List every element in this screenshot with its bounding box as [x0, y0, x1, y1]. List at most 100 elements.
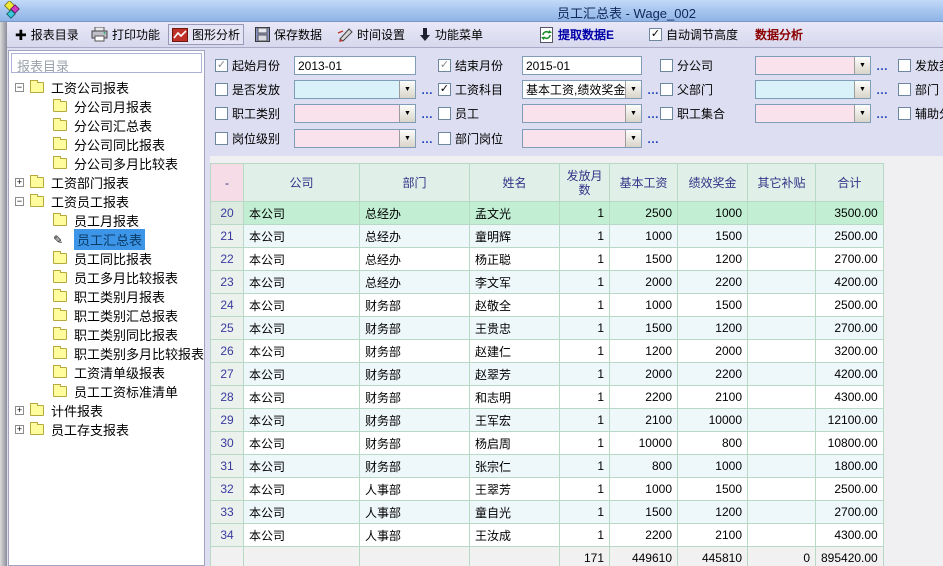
table-row[interactable]: 28本公司财务部和志明1220021004300.00: [211, 386, 884, 409]
data-cell[interactable]: 3500.00: [816, 202, 884, 225]
row-number-cell[interactable]: 32: [211, 478, 244, 501]
data-cell[interactable]: 本公司: [244, 409, 360, 432]
ellipsis-button[interactable]: …: [421, 83, 432, 97]
filter-field[interactable]: ▼: [294, 129, 416, 148]
data-cell[interactable]: 1: [560, 409, 610, 432]
data-cell[interactable]: 0: [748, 547, 816, 566]
row-number-cell[interactable]: 34: [211, 524, 244, 547]
data-cell[interactable]: 1: [560, 363, 610, 386]
data-cell[interactable]: 杨正聪: [470, 248, 560, 271]
column-header[interactable]: 发放月数: [560, 164, 610, 202]
data-cell[interactable]: 本公司: [244, 455, 360, 478]
data-cell[interactable]: 赵敬全: [470, 294, 560, 317]
data-cell[interactable]: [748, 524, 816, 547]
column-header[interactable]: 基本工资: [610, 164, 678, 202]
data-cell[interactable]: 10000: [610, 432, 678, 455]
data-cell[interactable]: 2100: [678, 386, 748, 409]
data-cell[interactable]: 1000: [678, 202, 748, 225]
filter-field[interactable]: ▼: [294, 104, 416, 123]
data-cell[interactable]: 445810: [678, 547, 748, 566]
filter-field[interactable]: ▼: [522, 129, 642, 148]
data-cell[interactable]: [748, 340, 816, 363]
data-cell[interactable]: 本公司: [244, 524, 360, 547]
data-cell[interactable]: 总经办: [360, 248, 470, 271]
filter-field[interactable]: ▼: [755, 104, 871, 123]
row-number-cell[interactable]: 33: [211, 501, 244, 524]
table-row[interactable]: 34本公司人事部王汝成1220021004300.00: [211, 524, 884, 547]
data-cell[interactable]: 1500: [678, 478, 748, 501]
data-cell[interactable]: [244, 547, 360, 566]
data-cell[interactable]: 2000: [610, 363, 678, 386]
ellipsis-button[interactable]: …: [421, 132, 432, 146]
expand-icon[interactable]: +: [15, 178, 24, 187]
data-cell[interactable]: [748, 409, 816, 432]
data-cell[interactable]: 1200: [678, 248, 748, 271]
data-cell[interactable]: 895420.00: [816, 547, 884, 566]
report-catalog-button[interactable]: ✚ 报表目录: [12, 24, 82, 45]
data-cell[interactable]: 1000: [610, 294, 678, 317]
data-cell[interactable]: 总经办: [360, 202, 470, 225]
data-cell[interactable]: [748, 432, 816, 455]
column-header[interactable]: 姓名: [470, 164, 560, 202]
data-cell[interactable]: 2000: [678, 340, 748, 363]
tree-item[interactable]: 分公司汇总表: [9, 116, 204, 135]
column-header[interactable]: -: [211, 164, 244, 202]
data-cell[interactable]: 1000: [610, 478, 678, 501]
data-cell[interactable]: 2500.00: [816, 294, 884, 317]
data-cell[interactable]: 449610: [610, 547, 678, 566]
data-cell[interactable]: [748, 478, 816, 501]
data-cell[interactable]: 1: [560, 317, 610, 340]
data-cell[interactable]: 1: [560, 271, 610, 294]
data-cell[interactable]: 2200: [678, 271, 748, 294]
function-menu-button[interactable]: 功能菜单: [416, 24, 486, 45]
table-row[interactable]: 25本公司财务部王贵忠1150012002700.00: [211, 317, 884, 340]
data-cell[interactable]: 1: [560, 432, 610, 455]
tree-item[interactable]: −工资员工报表: [9, 192, 204, 211]
data-cell[interactable]: 2500.00: [816, 225, 884, 248]
data-cell[interactable]: 10000: [678, 409, 748, 432]
row-number-cell[interactable]: 23: [211, 271, 244, 294]
ellipsis-button[interactable]: …: [876, 83, 887, 97]
data-cell[interactable]: 财务部: [360, 386, 470, 409]
row-number-cell[interactable]: 25: [211, 317, 244, 340]
data-cell[interactable]: 财务部: [360, 294, 470, 317]
tree-item[interactable]: 员工工资标准清单: [9, 382, 204, 401]
data-cell[interactable]: 本公司: [244, 363, 360, 386]
data-cell[interactable]: 财务部: [360, 432, 470, 455]
dropdown-arrow-icon[interactable]: ▼: [854, 57, 870, 74]
filter-field[interactable]: 基本工资,绩效奖金▼: [522, 80, 642, 99]
row-number-cell[interactable]: 26: [211, 340, 244, 363]
data-cell[interactable]: 2700.00: [816, 501, 884, 524]
table-row[interactable]: 22本公司总经办杨正聪1150012002700.00: [211, 248, 884, 271]
data-cell[interactable]: 张宗仁: [470, 455, 560, 478]
data-cell[interactable]: 1: [560, 225, 610, 248]
filter-field[interactable]: 2013-01: [294, 56, 416, 75]
column-header[interactable]: 公司: [244, 164, 360, 202]
dropdown-arrow-icon[interactable]: ▼: [399, 105, 415, 122]
dropdown-arrow-icon[interactable]: ▼: [625, 81, 641, 98]
data-cell[interactable]: 10800.00: [816, 432, 884, 455]
table-row[interactable]: 29本公司财务部王军宏121001000012100.00: [211, 409, 884, 432]
expand-icon[interactable]: +: [15, 425, 24, 434]
data-cell[interactable]: 人事部: [360, 478, 470, 501]
filter-checkbox[interactable]: [660, 83, 673, 96]
table-row[interactable]: 33本公司人事部童自光1150012002700.00: [211, 501, 884, 524]
data-cell[interactable]: 赵建仁: [470, 340, 560, 363]
data-cell[interactable]: 1: [560, 294, 610, 317]
data-cell[interactable]: 2700.00: [816, 317, 884, 340]
data-cell[interactable]: 本公司: [244, 432, 360, 455]
data-cell[interactable]: 李文军: [470, 271, 560, 294]
filter-field[interactable]: ▼: [755, 80, 871, 99]
data-cell[interactable]: 王翠芳: [470, 478, 560, 501]
filter-field[interactable]: ▼: [522, 104, 642, 123]
tree-item[interactable]: +工资部门报表: [9, 173, 204, 192]
data-cell[interactable]: 本公司: [244, 271, 360, 294]
data-cell[interactable]: 1: [560, 501, 610, 524]
data-cell[interactable]: [748, 501, 816, 524]
summary-row[interactable]: 1714496104458100895420.00: [211, 547, 884, 566]
data-cell[interactable]: [748, 386, 816, 409]
filter-checkbox[interactable]: ✓: [438, 83, 451, 96]
data-cell[interactable]: 本公司: [244, 478, 360, 501]
tree-item[interactable]: −工资公司报表: [9, 78, 204, 97]
data-cell[interactable]: 2100: [678, 524, 748, 547]
